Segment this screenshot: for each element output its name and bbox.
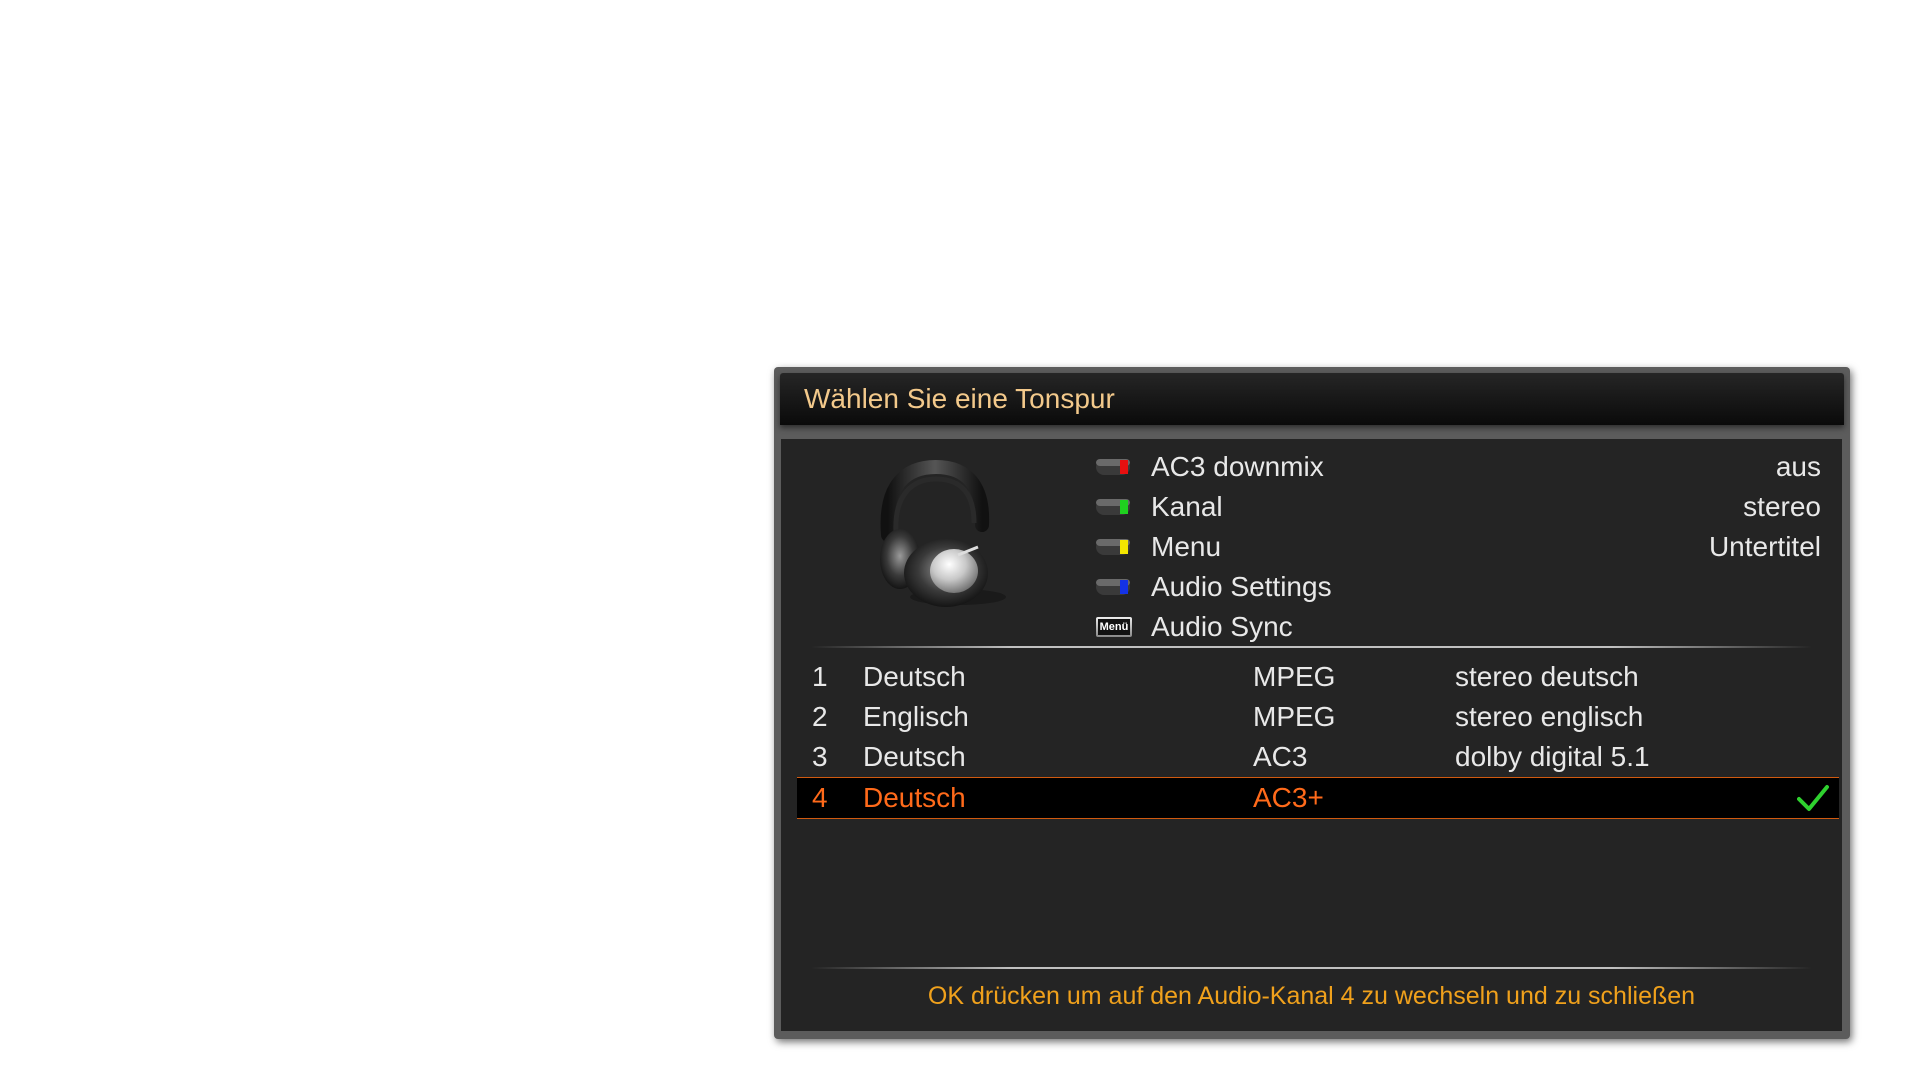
footer-hint: OK drücken um auf den Audio-Kanal 4 zu w… <box>927 982 1696 1010</box>
track-language: Deutsch <box>863 661 966 692</box>
menu-button-text: Menü <box>1098 619 1130 635</box>
option-label: Kanal <box>1151 491 1223 522</box>
track-codec: AC3 <box>1253 741 1308 772</box>
track-description: stereo englisch <box>1455 701 1644 732</box>
red-button-icon <box>1096 459 1130 475</box>
headphones-icon <box>880 459 1006 607</box>
dialog-title-bar: Wählen Sie eine Tonspur <box>780 373 1844 425</box>
divider-bottom <box>811 967 1812 969</box>
blue-button-icon <box>1096 579 1130 595</box>
checkmark-icon <box>1797 785 1829 811</box>
track-description: dolby digital 5.1 <box>1455 741 1650 772</box>
option-value: Untertitel <box>1708 531 1821 562</box>
menu-button-icon: Menü <box>1096 617 1132 637</box>
audio-track-dialog: Wählen Sie eine Tonspur AC3 downmix aus … <box>774 367 1850 1039</box>
track-row[interactable]: 1 Deutsch MPEG stereo deutsch <box>797 657 1839 697</box>
track-number: 1 <box>812 661 828 692</box>
track-description: stereo deutsch <box>1455 661 1639 692</box>
option-ac3-downmix[interactable]: AC3 downmix aus <box>1096 447 1821 487</box>
option-label: Menu <box>1151 531 1222 562</box>
option-label: Audio Settings <box>1151 571 1332 602</box>
dialog-title: Wählen Sie eine Tonspur <box>804 383 1115 414</box>
track-codec: MPEG <box>1253 661 1336 692</box>
option-kanal[interactable]: Kanal stereo <box>1096 487 1821 527</box>
option-audio-sync[interactable]: Menü Audio Sync <box>1096 607 1821 647</box>
track-row-selected[interactable]: 4 Deutsch AC3+ <box>797 777 1839 819</box>
green-button-icon <box>1096 499 1130 515</box>
track-number: 3 <box>812 741 828 772</box>
track-row[interactable]: 2 Englisch MPEG stereo englisch <box>797 697 1839 737</box>
dialog-body: AC3 downmix aus Kanal stereo Menu Untert… <box>781 439 1842 1031</box>
option-value: stereo <box>1743 491 1821 522</box>
track-codec: MPEG <box>1253 701 1336 732</box>
track-number: 2 <box>812 701 828 732</box>
track-codec: AC3+ <box>1253 782 1324 813</box>
option-value: aus <box>1775 451 1821 482</box>
option-label: Audio Sync <box>1151 611 1293 642</box>
yellow-button-icon <box>1096 539 1130 555</box>
track-language: Englisch <box>863 701 969 732</box>
option-menu[interactable]: Menu Untertitel <box>1096 527 1821 567</box>
track-language: Deutsch <box>863 782 966 813</box>
track-language: Deutsch <box>863 741 966 772</box>
option-label: AC3 downmix <box>1151 451 1324 482</box>
track-row[interactable]: 3 Deutsch AC3 dolby digital 5.1 <box>797 737 1839 777</box>
option-audio-settings[interactable]: Audio Settings <box>1096 567 1821 607</box>
divider-top <box>811 646 1812 648</box>
track-number: 4 <box>812 782 828 813</box>
